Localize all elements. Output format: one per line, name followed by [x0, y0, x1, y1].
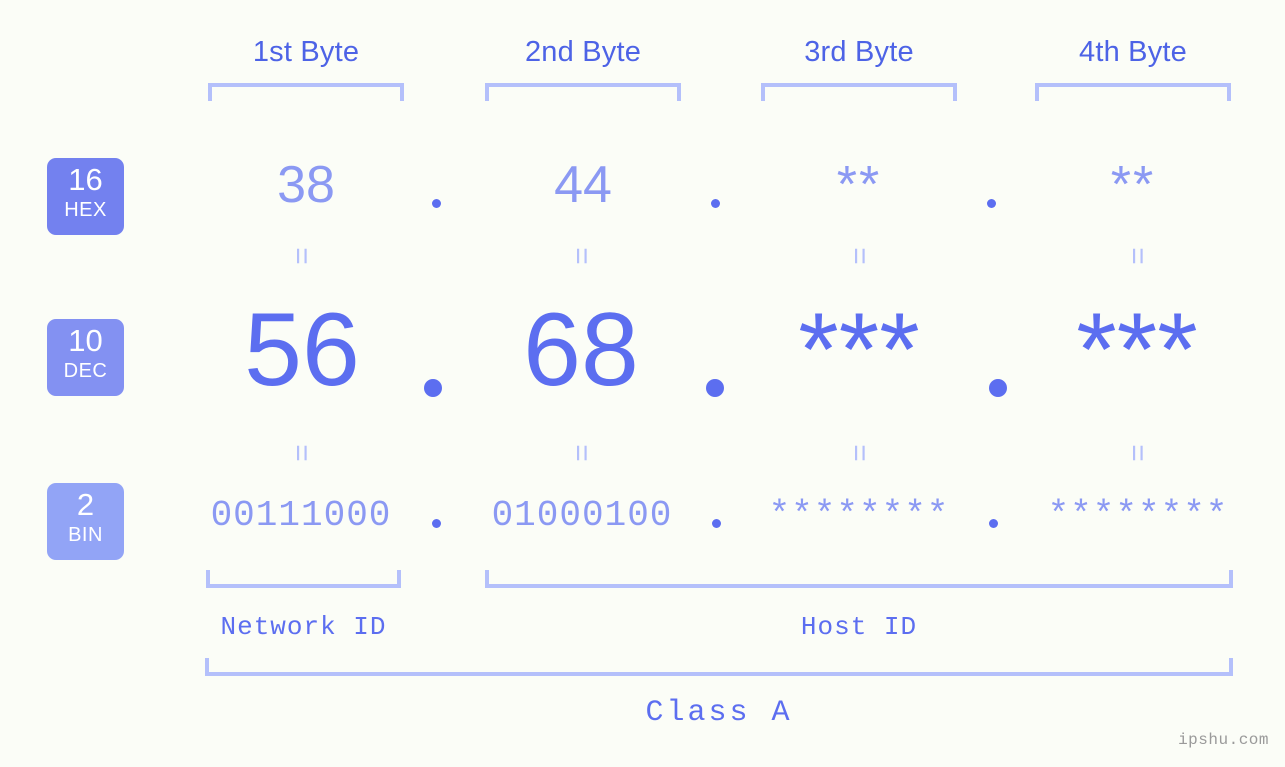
equals-hex-dec-1: = — [285, 247, 318, 265]
equals-dec-bin-4: = — [1121, 444, 1154, 462]
hex-byte-2: 44 — [554, 156, 612, 214]
equals-dec-bin-1: = — [285, 444, 318, 462]
network-id-bracket — [206, 570, 401, 588]
bin-byte-2: 01000100 — [491, 495, 673, 536]
byte-header-4: 4th Byte — [1079, 36, 1187, 68]
bin-byte-3: ******** — [768, 495, 950, 536]
bin-separator-1 — [432, 519, 441, 528]
byte-bracket-1 — [208, 83, 404, 101]
equals-hex-dec-4: = — [1121, 247, 1154, 265]
equals-hex-dec-3: = — [843, 247, 876, 265]
equals-hex-dec-2: = — [565, 247, 598, 265]
hex-separator-2 — [711, 199, 720, 208]
byte-header-1: 1st Byte — [252, 36, 360, 68]
host-id-bracket — [485, 570, 1233, 588]
ip-address-breakdown-diagram: 1st Byte 2nd Byte 3rd Byte 4th Byte 16 H… — [0, 0, 1285, 767]
dec-separator-1 — [424, 379, 442, 397]
byte-header-2: 2nd Byte — [524, 36, 642, 68]
base-badge-bin-name: BIN — [68, 524, 103, 546]
base-badge-hex: 16 HEX — [47, 158, 124, 235]
class-bracket — [205, 658, 1233, 676]
hex-separator-1 — [432, 199, 441, 208]
base-badge-bin: 2 BIN — [47, 483, 124, 560]
byte-bracket-2 — [485, 83, 681, 101]
dec-byte-3: *** — [798, 292, 920, 408]
bin-separator-3 — [989, 519, 998, 528]
host-id-label: Host ID — [800, 612, 918, 642]
bin-separator-2 — [712, 519, 721, 528]
hex-byte-1: 38 — [277, 156, 335, 214]
hex-separator-3 — [987, 199, 996, 208]
equals-dec-bin-2: = — [565, 444, 598, 462]
equals-dec-bin-3: = — [843, 444, 876, 462]
bin-byte-4: ******** — [1047, 495, 1229, 536]
byte-bracket-4 — [1035, 83, 1231, 101]
dec-separator-3 — [989, 379, 1007, 397]
hex-byte-4: ** — [1110, 156, 1156, 214]
base-badge-hex-number: 16 — [68, 162, 103, 197]
byte-header-3: 3rd Byte — [804, 36, 914, 68]
base-badge-dec-number: 10 — [68, 323, 103, 358]
base-badge-hex-name: HEX — [64, 199, 107, 221]
hex-byte-3: ** — [836, 156, 882, 214]
dec-byte-1: 56 — [244, 292, 360, 408]
dec-byte-2: 68 — [523, 292, 639, 408]
dec-byte-4: *** — [1076, 292, 1198, 408]
class-label: Class A — [645, 696, 793, 730]
base-badge-dec: 10 DEC — [47, 319, 124, 396]
watermark: ipshu.com — [1178, 731, 1269, 749]
network-id-label: Network ID — [220, 612, 387, 642]
byte-bracket-3 — [761, 83, 957, 101]
bin-byte-1: 00111000 — [210, 495, 392, 536]
dec-separator-2 — [706, 379, 724, 397]
base-badge-dec-name: DEC — [63, 360, 108, 382]
base-badge-bin-number: 2 — [76, 487, 95, 522]
